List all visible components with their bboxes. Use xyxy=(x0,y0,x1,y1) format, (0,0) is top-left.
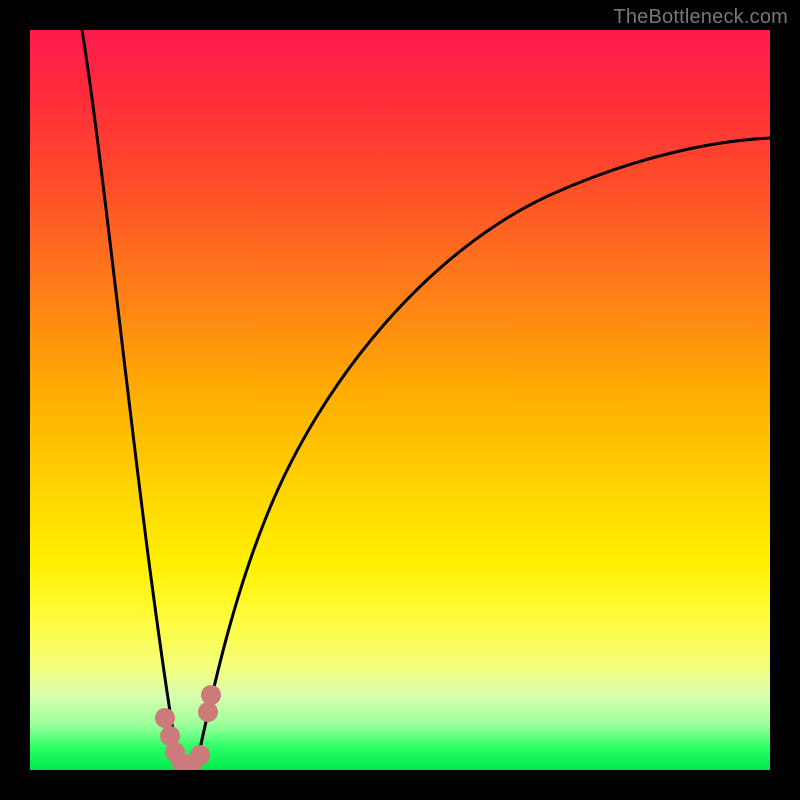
left-curve-path xyxy=(82,30,180,770)
marker-cluster xyxy=(155,685,221,770)
chart-frame: TheBottleneck.com xyxy=(0,0,800,800)
right-curve xyxy=(195,138,770,770)
left-curve xyxy=(82,30,180,770)
marker-dot xyxy=(155,708,175,728)
marker-dot xyxy=(201,685,221,705)
marker-dot xyxy=(198,702,218,722)
marker-dot xyxy=(190,745,210,765)
watermark-text: TheBottleneck.com xyxy=(613,6,788,29)
plot-area xyxy=(30,30,770,770)
curves-svg xyxy=(30,30,770,770)
right-curve-path xyxy=(195,138,770,770)
